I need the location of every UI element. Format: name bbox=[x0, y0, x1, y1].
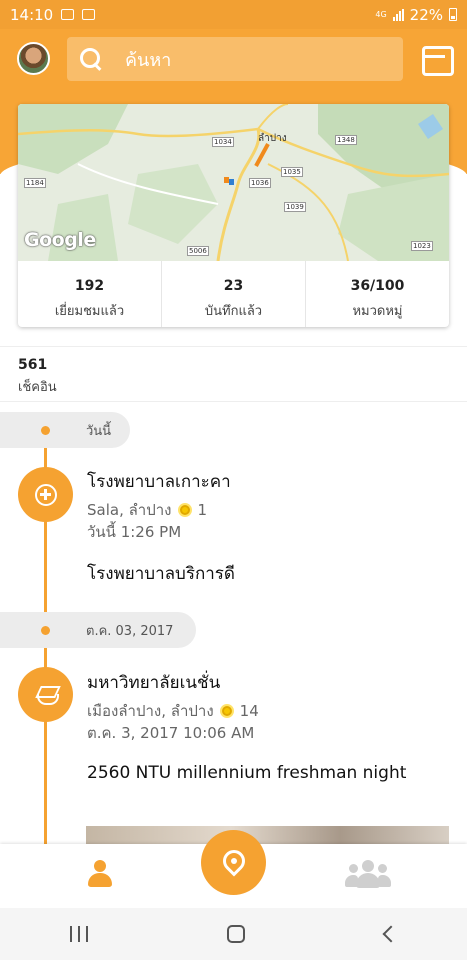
stat-label: บันทึกแล้ว bbox=[204, 304, 263, 319]
checkin-time: วันนี้ 1:26 PM bbox=[87, 523, 182, 541]
stat-saved[interactable]: 23 บันทึกแล้ว bbox=[162, 261, 306, 327]
map-road-label: 1348 bbox=[335, 135, 357, 145]
battery-icon bbox=[449, 8, 457, 21]
checkins-count: 561 bbox=[18, 357, 48, 373]
checkin-button[interactable] bbox=[201, 830, 266, 895]
coin-count: 1 bbox=[197, 501, 208, 519]
status-time: 14:10 bbox=[10, 5, 54, 24]
google-logo: Google bbox=[24, 229, 96, 251]
avatar[interactable] bbox=[17, 42, 50, 75]
checkin-location-row: Sala, ลำปาง 1 bbox=[87, 498, 207, 522]
map-road-label: 1035 bbox=[281, 167, 303, 177]
signal-icon bbox=[392, 8, 404, 21]
map-road-label: 1039 bbox=[284, 202, 306, 212]
map-city-label: ลำปาง bbox=[258, 133, 287, 144]
recents-icon[interactable] bbox=[69, 926, 88, 942]
stat-visited[interactable]: 192 เยี่ยมชมแล้ว bbox=[18, 261, 162, 327]
home-icon[interactable] bbox=[227, 925, 246, 943]
search-icon bbox=[79, 47, 103, 71]
checkin-place-title[interactable]: มหาวิทยาลัยเนชั่น bbox=[87, 669, 220, 696]
friends-tab-icon[interactable] bbox=[345, 858, 391, 890]
map-road-label: 1184 bbox=[24, 178, 46, 188]
hospital-icon bbox=[18, 467, 73, 522]
date-label: วันนี้ bbox=[86, 423, 112, 439]
coin-icon bbox=[219, 704, 234, 718]
gallery-notification-icon bbox=[61, 9, 75, 20]
stat-label: หมวดหมู่ bbox=[352, 304, 403, 319]
checkin-time: ต.ค. 3, 2017 10:06 AM bbox=[87, 724, 255, 742]
graduation-cap-icon bbox=[18, 667, 73, 722]
map-road-label: 1023 bbox=[411, 241, 433, 251]
checkins-label: เช็คอิน bbox=[18, 380, 57, 395]
checkin-location: Sala, ลำปาง bbox=[87, 501, 172, 519]
battery-percent: 22% bbox=[409, 5, 443, 24]
status-bar: 14:10 4G 22% bbox=[0, 0, 467, 29]
checkin-place-title[interactable]: โรงพยาบาลเกาะคา bbox=[87, 468, 231, 495]
stat-value: 36/100 bbox=[350, 278, 405, 294]
date-label: ต.ค. 03, 2017 bbox=[86, 623, 174, 639]
checkin-note: 2560 NTU millennium freshman night bbox=[87, 763, 407, 783]
location-pin-icon bbox=[217, 844, 250, 877]
map-road-label: 5006 bbox=[187, 246, 209, 256]
back-icon[interactable] bbox=[382, 925, 400, 943]
map-road-label: 1034 bbox=[212, 137, 234, 147]
cap-icon bbox=[34, 685, 59, 705]
check-notification-icon bbox=[82, 9, 96, 20]
stat-categories[interactable]: 36/100 หมวดหมู่ bbox=[306, 261, 449, 327]
summary-card: ลำปาง 1034 1035 1036 1039 1348 1184 5006… bbox=[18, 104, 449, 327]
system-navigation-bar bbox=[0, 908, 467, 960]
coin-icon bbox=[177, 503, 192, 517]
profile-tab-icon[interactable] bbox=[86, 858, 114, 888]
bottom-navigation bbox=[0, 830, 467, 908]
checkin-note: โรงพยาบาลบริการดี bbox=[87, 564, 235, 584]
map-view[interactable]: ลำปาง 1034 1035 1036 1039 1348 1184 5006… bbox=[18, 104, 449, 261]
stat-value: 23 bbox=[223, 278, 244, 294]
stat-label: เยี่ยมชมแล้ว bbox=[54, 304, 125, 319]
app-screen: 14:10 4G 22% ค้นหา ลำปาง 1034 1035 1036 … bbox=[0, 0, 467, 960]
checkins-summary[interactable]: 561 เช็คอิน bbox=[0, 346, 467, 402]
search-bar[interactable]: ค้นหา bbox=[67, 37, 403, 81]
search-placeholder: ค้นหา bbox=[125, 49, 172, 71]
stat-value: 192 bbox=[74, 278, 105, 294]
checkin-photo[interactable] bbox=[86, 826, 449, 846]
stats-row: 192 เยี่ยมชมแล้ว 23 บันทึกแล้ว 36/100 หม… bbox=[18, 261, 449, 327]
checkin-location: เมืองลำปาง, ลำปาง bbox=[87, 702, 214, 720]
coin-count: 14 bbox=[239, 702, 259, 720]
map-road-label: 1036 bbox=[249, 178, 271, 188]
timeline-dot bbox=[41, 626, 50, 635]
medical-cross-icon bbox=[34, 483, 57, 506]
network-type: 4G bbox=[375, 9, 387, 19]
checkin-location-row: เมืองลำปาง, ลำปาง 14 bbox=[87, 699, 259, 723]
date-header: วันนี้ bbox=[0, 412, 130, 448]
timeline-dot bbox=[41, 426, 50, 435]
inbox-icon[interactable] bbox=[422, 46, 454, 76]
date-header: ต.ค. 03, 2017 bbox=[0, 612, 196, 648]
